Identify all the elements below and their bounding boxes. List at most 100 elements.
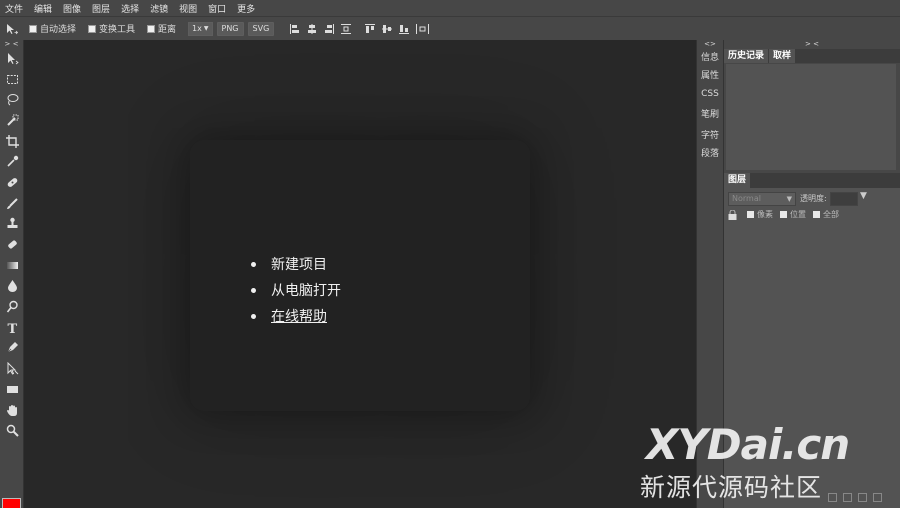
open-from-computer-link[interactable]: 从电脑打开 [271,280,341,300]
brush-icon[interactable] [0,193,24,214]
opacity-label: 透明度: [800,194,827,203]
foreground-color-swatch[interactable] [2,498,21,508]
layers-tabs: 图层 [724,173,900,188]
lock-position-checkbox[interactable]: 位置 [780,209,806,220]
opacity-input[interactable] [830,192,858,206]
new-group-icon[interactable] [843,493,852,502]
info-panel-button[interactable]: 信息 [697,49,723,67]
history-panel-body [726,64,896,170]
zoom-tool-icon[interactable] [0,420,24,441]
auto-select-checkbox[interactable]: 自动选择 [29,22,76,35]
align-left-icon[interactable] [290,23,300,34]
clone-stamp-icon[interactable] [0,214,24,235]
tab-swatches[interactable]: 取样 [769,49,796,63]
menu-image[interactable]: 图像 [63,2,81,15]
brush-panel-button[interactable]: 笔刷 [697,106,723,124]
checkbox-icon [147,24,156,33]
paragraph-panel-button[interactable]: 段落 [697,145,723,163]
menu-window[interactable]: 窗口 [208,2,226,15]
online-help-link[interactable]: 在线帮助 [271,306,327,326]
crop-tool-icon[interactable] [0,131,24,152]
align-top-icon[interactable] [365,23,376,34]
transform-tools-label: 变换工具 [99,25,136,35]
watermark-logo: XYDai.cn [646,420,850,469]
align-middle-icon[interactable] [382,24,393,34]
blend-mode-select[interactable]: Normal ▼ [728,192,796,206]
transform-tools-checkbox[interactable]: 变换工具 [88,22,135,35]
tools-panel: > < T ⇆ D [0,40,24,508]
lock-all-checkbox[interactable]: 全部 [813,209,839,220]
properties-panel-button[interactable]: 属性 [697,67,723,85]
list-item[interactable]: 新建项目 [249,251,341,277]
pen-tool-icon[interactable] [0,338,24,359]
distribute-horizontal-icon[interactable] [416,23,430,34]
list-item[interactable]: 从电脑打开 [249,277,341,303]
new-layer-icon[interactable] [858,493,867,502]
marquee-tool-icon[interactable] [0,69,24,90]
menu-file[interactable]: 文件 [5,2,23,15]
distance-label: 距离 [158,25,177,35]
gradient-icon[interactable] [0,255,24,276]
svg-export-button[interactable]: SVG [247,21,275,36]
lock-options: 像素 位置 全部 [728,209,846,220]
menu-edit[interactable]: 编辑 [34,2,52,15]
start-panel: 新建项目 从电脑打开 在线帮助 [190,140,530,411]
watermark-subtitle: 新源代源码社区 [640,473,823,502]
png-export-button[interactable]: PNG [216,21,244,36]
opacity-dropdown-icon[interactable]: ▼ [860,191,867,201]
zoom-value: 1x [192,23,202,33]
dodge-icon[interactable] [0,296,24,317]
rectangle-tool-icon[interactable] [0,379,24,400]
delete-layer-icon[interactable] [873,493,882,502]
collapse-panels-button[interactable]: > < [724,40,900,49]
tab-layers[interactable]: 图层 [724,173,751,188]
lock-icon [728,209,737,220]
menu-layer[interactable]: 图层 [92,2,110,15]
align-bottom-icon[interactable] [399,24,410,34]
svg-text:T: T [7,322,17,334]
lock-all-label: 全部 [823,210,839,219]
layer-actions [828,493,882,502]
direct-select-icon[interactable] [0,358,24,379]
blur-icon[interactable] [0,276,24,297]
checkbox-icon [88,24,97,33]
text-tool-icon[interactable]: T [0,317,24,338]
start-menu-list: 新建项目 从电脑打开 在线帮助 [249,251,341,329]
menu-view[interactable]: 视图 [179,2,197,15]
auto-select-label: 自动选择 [40,25,77,35]
blend-mode-value: Normal [732,194,761,203]
css-panel-button[interactable]: CSS [697,85,723,103]
tab-history[interactable]: 历史记录 [724,49,769,63]
checkbox-icon [747,211,754,218]
list-item[interactable]: 在线帮助 [249,303,341,329]
checkbox-icon [29,24,37,33]
move-tool-icon[interactable] [0,48,24,69]
menu-select[interactable]: 选择 [121,2,139,15]
distance-checkbox[interactable]: 距离 [147,22,176,35]
lasso-tool-icon[interactable] [0,89,24,110]
chevron-down-icon: ▼ [786,195,792,203]
new-project-link[interactable]: 新建项目 [271,254,327,274]
align-center-horizontal-icon[interactable] [307,23,317,34]
expand-panels-button[interactable]: <> [697,40,723,49]
menu-more[interactable]: 更多 [237,2,255,15]
quick-select-icon[interactable] [0,110,24,131]
move-tool-indicator-icon [5,23,19,35]
distribute-vertical-icon[interactable] [341,23,352,34]
character-panel-button[interactable]: 字符 [697,127,723,145]
chevron-down-icon: ▼ [203,24,209,32]
eraser-icon[interactable] [0,234,24,255]
hand-tool-icon[interactable] [0,400,24,421]
lock-pixels-checkbox[interactable]: 像素 [747,209,773,220]
lock-position-label: 位置 [790,210,806,219]
menu-filter[interactable]: 滤镜 [150,2,168,15]
collapse-toolbar-button[interactable]: > < [0,40,23,48]
canvas-area: 新建项目 从电脑打开 在线帮助 [25,40,696,508]
zoom-select[interactable]: 1x ▼ [188,21,213,36]
history-tabs: 历史记录 取样 [724,49,900,63]
link-layers-icon[interactable] [828,493,837,502]
eyedropper-icon[interactable] [0,151,24,172]
checkbox-icon [780,211,787,218]
healing-brush-icon[interactable] [0,172,24,193]
align-right-icon[interactable] [324,23,335,34]
